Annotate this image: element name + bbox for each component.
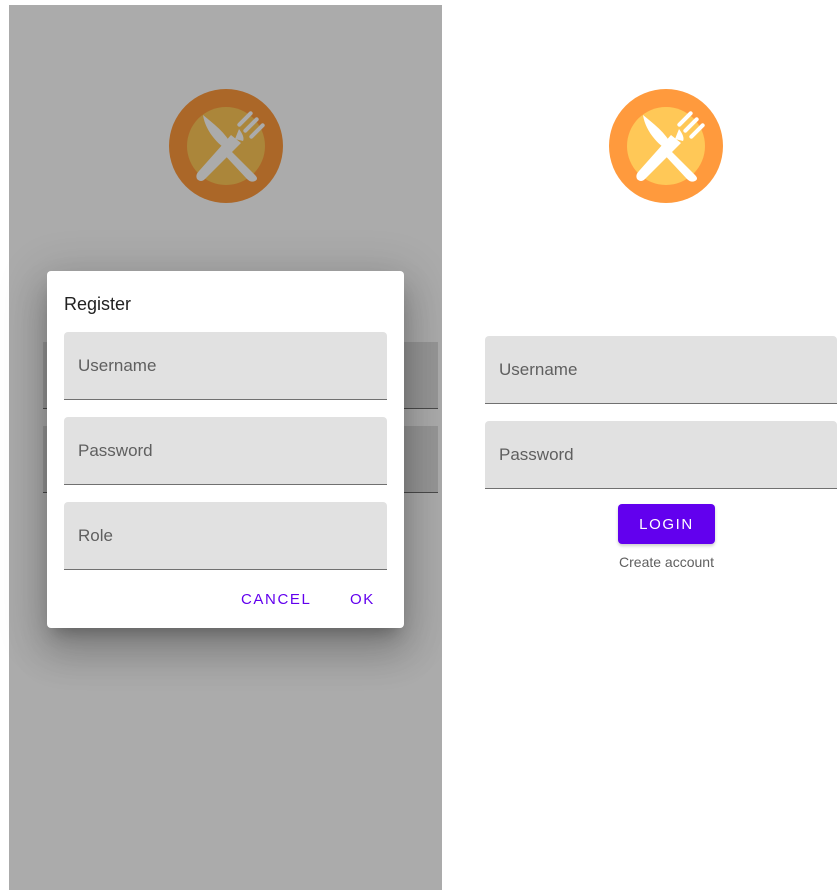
register-dialog: Register Username Password Role CANCEL O… (47, 271, 404, 628)
login-screen: Username Password LOGIN Create account (442, 5, 837, 890)
login-password-label: Password (499, 444, 574, 464)
register-username-label: Username (78, 355, 157, 375)
create-account-link[interactable]: Create account (593, 554, 740, 570)
register-password-label: Password (78, 440, 153, 460)
login-username-field[interactable]: Username (485, 336, 837, 404)
login-button[interactable]: LOGIN (618, 504, 715, 544)
register-role-field[interactable]: Role (64, 502, 387, 570)
ok-button[interactable]: OK (350, 591, 375, 608)
cancel-button[interactable]: CANCEL (241, 591, 311, 608)
register-role-label: Role (78, 525, 113, 545)
restaurant-logo-icon (609, 89, 723, 203)
register-password-field[interactable]: Password (64, 417, 387, 485)
dialog-title: Register (64, 294, 132, 314)
login-username-label: Username (499, 359, 578, 379)
register-username-field[interactable]: Username (64, 332, 387, 400)
login-password-field[interactable]: Password (485, 421, 837, 489)
